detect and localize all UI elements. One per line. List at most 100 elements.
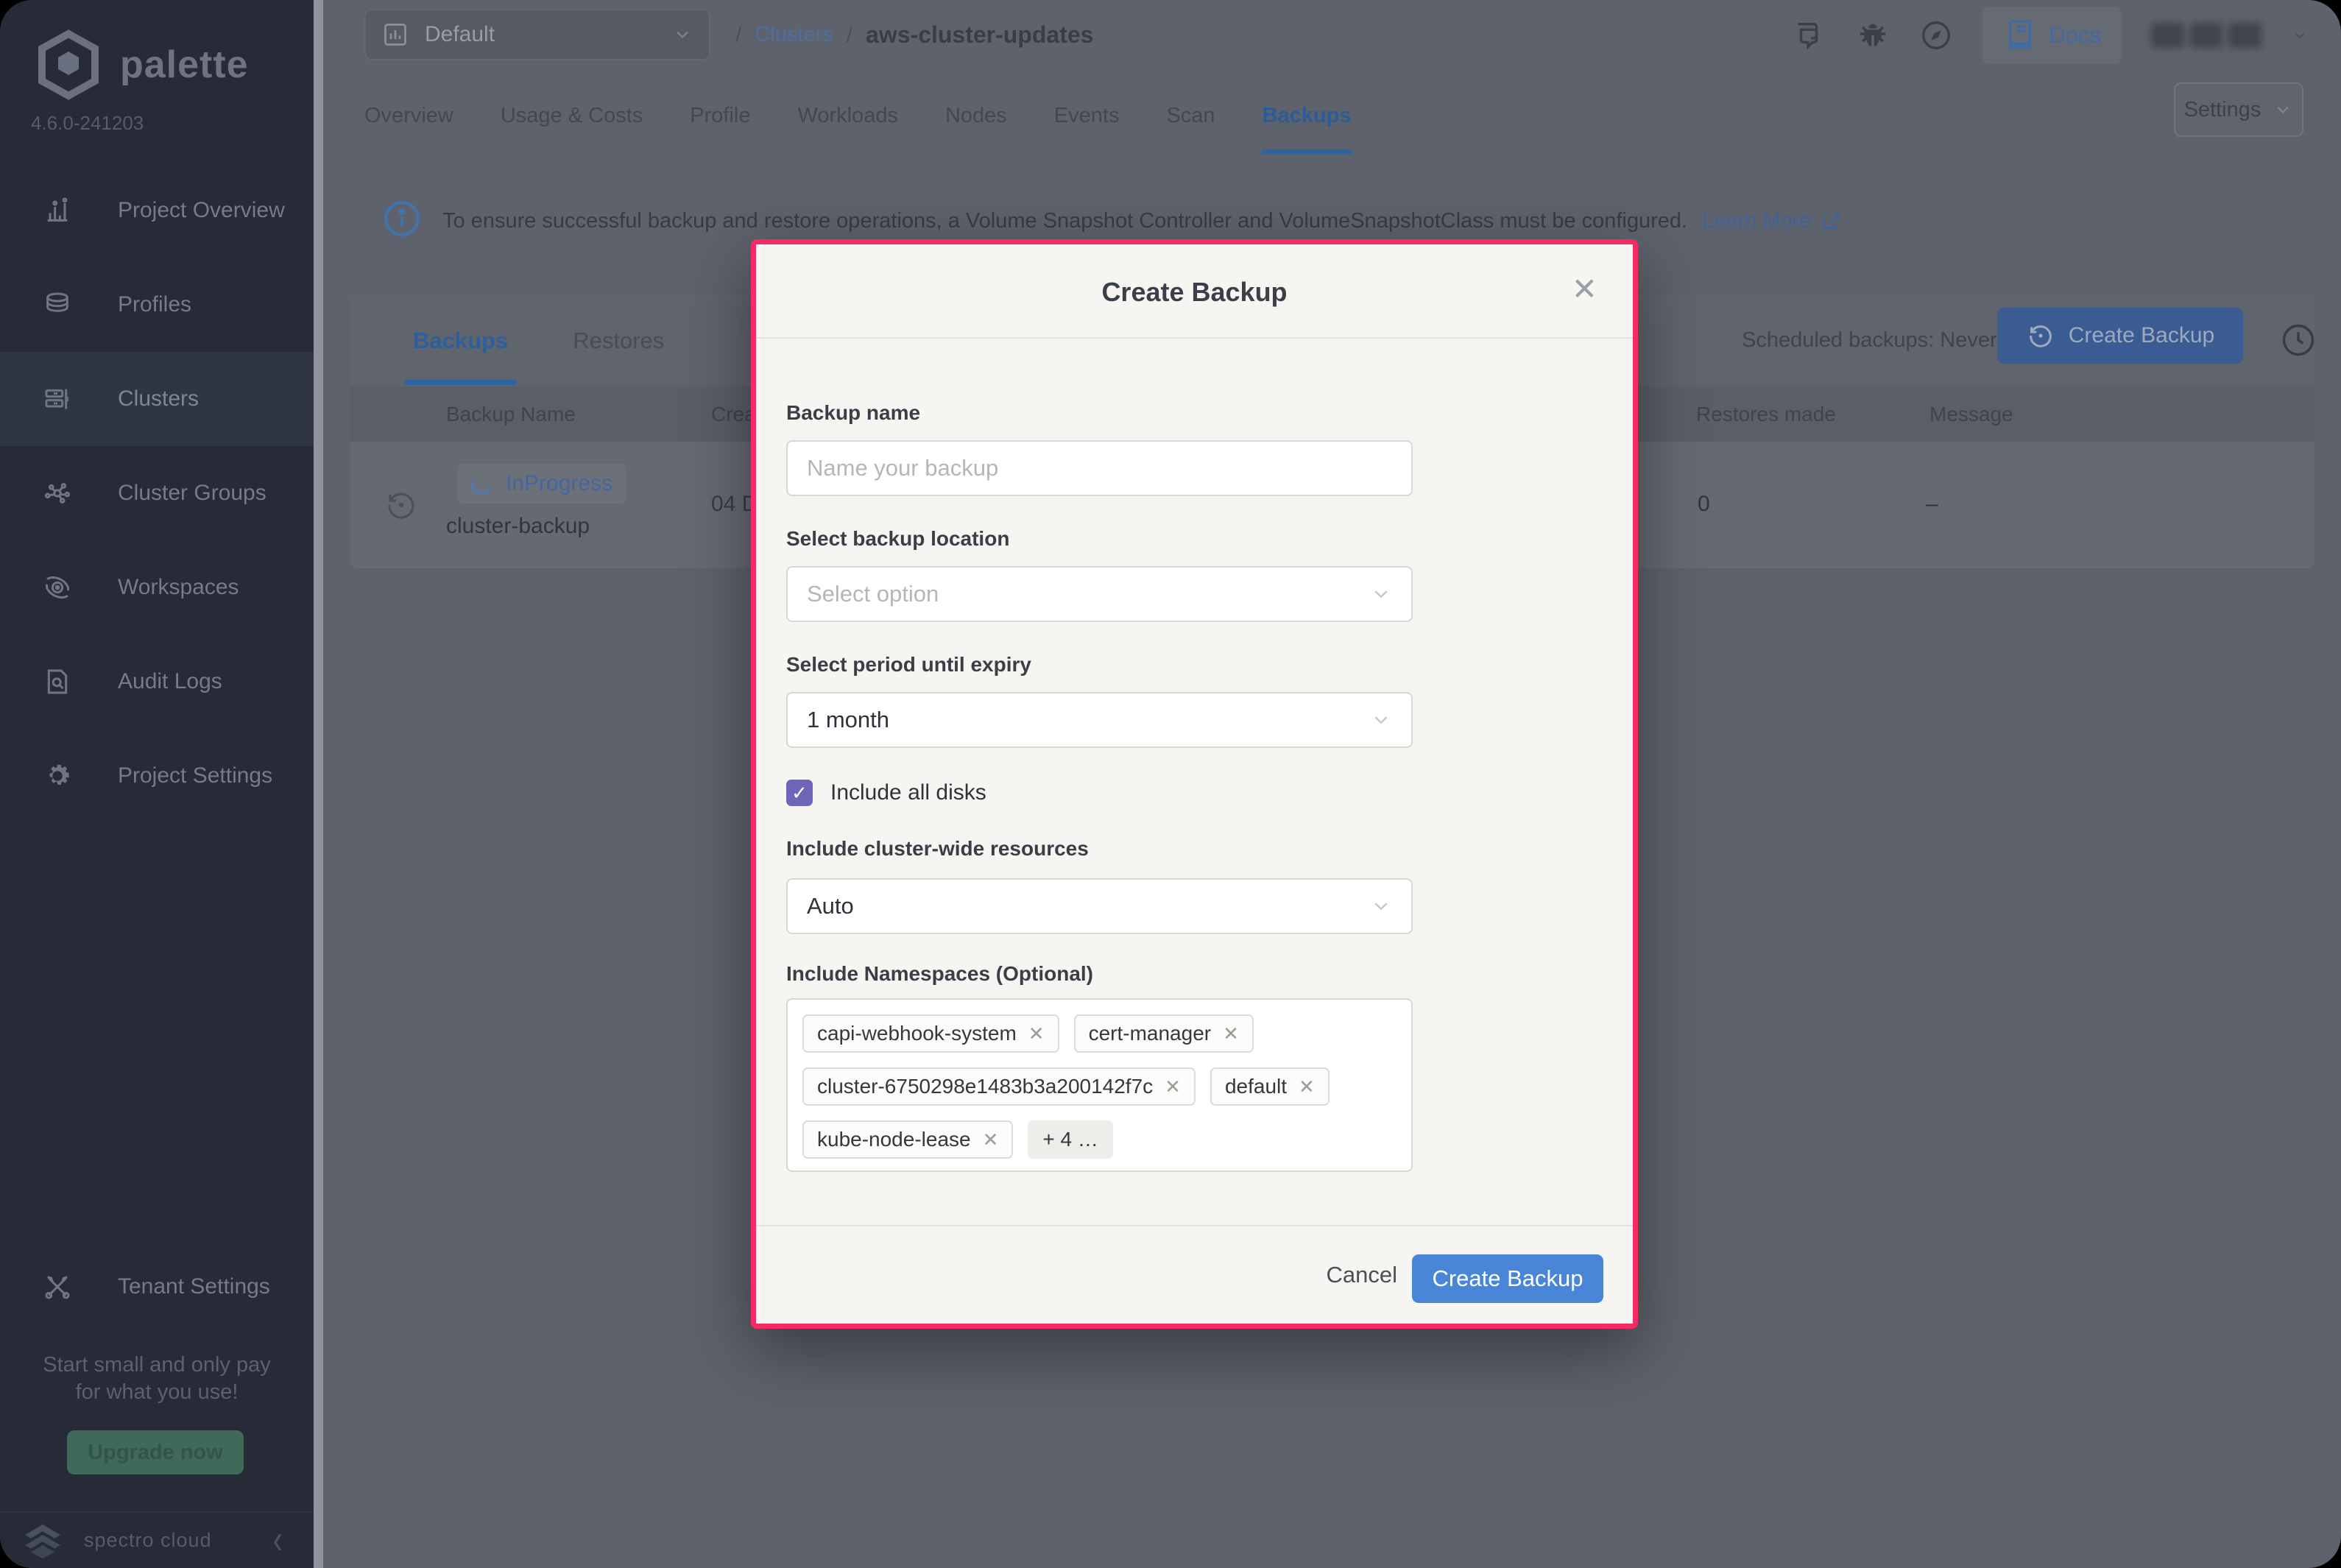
sidebar-footer: spectro cloud ‹ <box>0 1511 314 1568</box>
audit-log-icon <box>43 667 72 696</box>
promo-text: Start small and only pay for what you us… <box>0 1352 314 1406</box>
namespace-chip: kube-node-lease ✕ <box>802 1120 1013 1159</box>
sidebar-item-label: Cluster Groups <box>118 481 266 506</box>
chip-remove-icon[interactable]: ✕ <box>983 1129 999 1151</box>
restore-icon[interactable] <box>384 487 419 523</box>
breadcrumb-link-clusters[interactable]: Clusters <box>755 23 833 47</box>
learn-more-link[interactable]: Learn More <box>1702 209 1843 233</box>
chevron-down-icon <box>672 24 693 45</box>
book-icon <box>2003 18 2037 52</box>
chip-remove-icon[interactable]: ✕ <box>1028 1023 1045 1045</box>
user-chevron-down-icon[interactable] <box>2291 27 2309 44</box>
breadcrumb-separator: / <box>735 23 741 48</box>
expiry-period-select[interactable]: 1 month <box>786 692 1413 748</box>
backup-location-label: Select backup location <box>786 527 1009 551</box>
backup-name-cell: cluster-backup <box>446 514 590 539</box>
external-link-icon <box>1820 209 1843 233</box>
logo-text: palette <box>120 43 249 87</box>
modal-header: Create Backup ✕ <box>756 244 1633 339</box>
sidebar-item-audit-logs[interactable]: Audit Logs <box>0 635 314 729</box>
restores-made-cell: 0 <box>1698 492 1710 517</box>
tab-usage-costs[interactable]: Usage & Costs <box>501 70 643 162</box>
breadcrumb: / Clusters / aws-cluster-updates <box>735 0 1093 70</box>
backup-name-label: Backup name <box>786 401 920 425</box>
bug-icon[interactable] <box>1856 18 1890 52</box>
modal-footer: Cancel Create Backup <box>756 1225 1633 1324</box>
sidebar-item-label: Clusters <box>118 386 199 412</box>
tab-backups[interactable]: Backups <box>1263 70 1352 162</box>
spinner-icon <box>467 469 496 498</box>
sidebar-item-label: Audit Logs <box>118 669 222 694</box>
compass-icon[interactable] <box>1919 18 1953 52</box>
column-header-restores-made: Restores made <box>1696 403 1836 426</box>
cancel-button[interactable]: Cancel <box>1327 1262 1398 1288</box>
breadcrumb-current: aws-cluster-updates <box>866 21 1093 49</box>
gear-icon <box>43 761 72 791</box>
upgrade-now-button[interactable]: Upgrade now <box>67 1430 244 1475</box>
column-header-message: Message <box>1929 403 2013 426</box>
backup-name-input[interactable]: Name your backup <box>786 440 1413 496</box>
tab-events[interactable]: Events <box>1054 70 1120 162</box>
include-all-disks-row[interactable]: ✓ Include all disks <box>786 780 986 806</box>
app-window: palette 4.6.0-241203 Project Overview Pr… <box>0 0 2341 1568</box>
brand-name: spectro cloud <box>84 1529 212 1552</box>
sidebar-item-clusters[interactable]: Clusters <box>0 352 314 446</box>
sidebar-item-label: Tenant Settings <box>118 1274 270 1299</box>
tab-overview[interactable]: Overview <box>364 70 453 162</box>
include-namespaces-label: Include Namespaces (Optional) <box>786 962 1093 986</box>
tab-nodes[interactable]: Nodes <box>945 70 1007 162</box>
sidebar-collapse-chevron[interactable]: ‹ <box>273 1517 283 1564</box>
sidebar-nav: Project Overview Profiles Clusters Clust… <box>0 163 314 823</box>
project-selector[interactable]: Default <box>364 9 710 60</box>
include-all-disks-label: Include all disks <box>830 780 986 805</box>
namespace-chip: capi-webhook-system ✕ <box>802 1014 1059 1053</box>
tab-profile[interactable]: Profile <box>690 70 750 162</box>
namespaces-multiselect[interactable]: capi-webhook-system ✕ cert-manager ✕ clu… <box>786 998 1413 1172</box>
chip-remove-icon[interactable]: ✕ <box>1165 1076 1181 1098</box>
cluster-wide-resources-select[interactable]: Auto <box>786 878 1413 934</box>
sidebar-item-project-settings[interactable]: Project Settings <box>0 729 314 823</box>
checkbox-checked-icon[interactable]: ✓ <box>786 780 813 806</box>
close-icon[interactable]: ✕ <box>1572 274 1597 305</box>
create-backup-label: Create Backup <box>2069 323 2214 348</box>
spectro-cloud-logo <box>22 1523 63 1558</box>
create-backup-modal: Create Backup ✕ Backup name Name your ba… <box>751 239 1638 1329</box>
subtab-restores[interactable]: Restores <box>573 294 664 386</box>
sidebar-item-project-overview[interactable]: Project Overview <box>0 163 314 258</box>
user-name-redacted[interactable] <box>2151 23 2261 48</box>
sidebar-tenant-settings-row: Tenant Settings <box>0 1240 314 1334</box>
backups-subtabs: Backups Restores <box>350 294 664 386</box>
namespace-chip: cert-manager ✕ <box>1074 1014 1254 1053</box>
topbar-actions: Docs <box>1793 0 2309 70</box>
sidebar-item-cluster-groups[interactable]: Cluster Groups <box>0 446 314 540</box>
clock-icon[interactable] <box>2279 321 2317 359</box>
breadcrumb-separator: / <box>847 23 852 48</box>
subtab-backups[interactable]: Backups <box>413 294 508 386</box>
backup-location-placeholder: Select option <box>807 581 939 607</box>
backup-name-placeholder: Name your backup <box>807 455 998 481</box>
scheduled-backups-text: Scheduled backups: Never <box>1742 294 1997 386</box>
namespace-more-chip[interactable]: + 4 … <box>1028 1120 1112 1159</box>
settings-button[interactable]: Settings <box>2174 82 2303 137</box>
docs-label: Docs <box>2049 22 2101 49</box>
cluster-tabs-row: Overview Usage & Costs Profile Workloads… <box>323 70 2341 162</box>
namespace-chip: cluster-6750298e1483b3a200142f7c ✕ <box>802 1067 1196 1106</box>
chip-remove-icon[interactable]: ✕ <box>1223 1023 1239 1045</box>
chevron-down-icon <box>1370 583 1392 605</box>
docs-button[interactable]: Docs <box>1982 7 2122 64</box>
sidebar-item-tenant-settings[interactable]: Tenant Settings <box>0 1240 314 1334</box>
backup-location-select[interactable]: Select option <box>786 566 1413 622</box>
tab-workloads[interactable]: Workloads <box>797 70 897 162</box>
sidebar-item-profiles[interactable]: Profiles <box>0 258 314 352</box>
tab-scan[interactable]: Scan <box>1166 70 1215 162</box>
sidebar-item-workspaces[interactable]: Workspaces <box>0 540 314 635</box>
chip-remove-icon[interactable]: ✕ <box>1299 1076 1315 1098</box>
banner-message: To ensure successful backup and restore … <box>442 209 1687 233</box>
settings-label: Settings <box>2184 98 2261 122</box>
status-text: InProgress <box>506 471 612 496</box>
modal-create-backup-button[interactable]: Create Backup <box>1412 1254 1603 1303</box>
create-backup-button[interactable]: Create Backup <box>1997 308 2243 364</box>
sidebar-item-label: Project Settings <box>118 763 272 788</box>
chat-icon[interactable] <box>1793 18 1826 52</box>
expiry-period-value: 1 month <box>807 707 889 733</box>
